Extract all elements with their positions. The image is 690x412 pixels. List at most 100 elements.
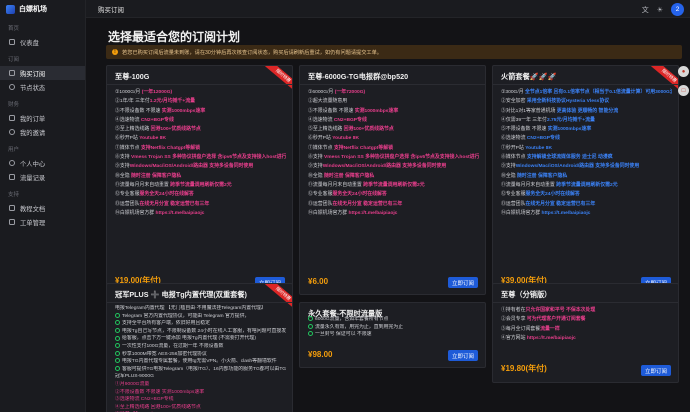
feature-label: ①1000G/月: [115, 90, 142, 95]
feature-item: ⑫专业客服服务全天24小时在线解答: [115, 190, 286, 199]
feature-highlight: 采用全新科技协议Hysteria Vless协议: [526, 99, 610, 105]
feature-item: ⑭白嫖机场官方群 https://t.me/baipiaojc: [308, 209, 479, 218]
sidebar-item-traffic[interactable]: 流量记录: [0, 170, 85, 184]
feature-highlight: Youtube 8K: [139, 136, 166, 142]
sidebar-item-docs[interactable]: 教程文档: [0, 201, 85, 215]
feature-item: ④至上精选线路 回港100+优质线路节点: [115, 404, 286, 412]
plan-price: ¥98.00: [308, 350, 333, 359]
feature-item: 电报Telegram内置代理 【无门槛自由·不用魔法挂Telegram内置代理】: [115, 305, 286, 313]
sidebar-item-node-status[interactable]: 节点状态: [0, 80, 85, 94]
feature-highlight: 服务全天24小时在线解答: [332, 192, 387, 198]
feature-highlight: (一年72000G): [334, 90, 366, 95]
feature-item: ⑪流量每月月末自动重置 跨季节流量调用刷新仅需2元: [115, 181, 286, 190]
check-circle-icon: [115, 335, 120, 341]
brand[interactable]: 白嫖机场: [0, 0, 85, 18]
book-icon: [9, 205, 15, 211]
check-circle-icon: [115, 343, 120, 349]
feature-list: ①1000G/月 (一年12000G) ②1年/年 三年付1.2元/月均摊千+流量…: [115, 88, 286, 218]
feature-label: ⑨支持: [501, 164, 516, 170]
feature-item: ⑥秒开P站 Youtube 8K: [308, 134, 479, 143]
sidebar-item-invite[interactable]: 我的邀请: [0, 125, 85, 139]
sidebar-item-label: 工单管理: [20, 219, 46, 227]
feature-highlight: https://t.me/baipiaojc: [526, 335, 576, 341]
feature-item: ③对比1对1等家普通机场 更高体验 更顺畅的 智能分流: [501, 107, 672, 116]
feature-label: ⑩全隐: [115, 173, 132, 179]
node-status-icon: [9, 84, 15, 90]
plan-card-rocket: 火箭套餐🚀🚀🚀 限时特惠 ①300G/月 全节点1倍率 且有0.1倍率节点（相当…: [492, 65, 679, 295]
nav-section-support: 支持: [8, 192, 20, 198]
sidebar-item-dashboard[interactable]: 仪表盘: [0, 35, 85, 49]
feature-label: ⑥秒开P站: [308, 136, 333, 142]
feature-item: ⑧媒体节点 支持解锁全球流媒体服务 迪士尼 动漫疯: [501, 153, 672, 162]
sidebar-item-orders[interactable]: 我的订单: [0, 111, 85, 125]
feature-item: ②超大流量随意用: [308, 97, 479, 106]
feature-item: ⑩全隐 随时注册 保障客户隐私: [115, 172, 286, 181]
feature-highlight: 跨季节流量调用刷新仅需2元: [363, 182, 425, 188]
avatar[interactable]: 2: [671, 3, 684, 16]
feature-label: ③不限设备数 不限速: [308, 108, 355, 114]
header-title: 购买订阅: [98, 6, 124, 14]
subscribe-button[interactable]: 立即订阅: [448, 277, 478, 288]
feature-text: 电报Telegram内置代理 【无门槛自由·不用魔法挂Telegram内置代理】: [115, 306, 266, 311]
sidebar-item-buy-subscription[interactable]: 购买订阅: [0, 66, 85, 80]
theme-toggle-icon[interactable]: ☀: [657, 6, 663, 14]
feature-item: ②安全加密 采用全新科技协议Hysteria Vless协议: [501, 97, 672, 106]
dashboard-icon: [9, 39, 15, 45]
feature-highlight: Youtube 8K: [525, 145, 552, 151]
feature-text: ①月9000G流量: [115, 381, 150, 387]
feature-item: ③选速物流 CN2+BGP专线: [115, 396, 286, 404]
subscribe-button[interactable]: 立即订阅: [641, 365, 671, 376]
feature-label: ①持有者在: [501, 308, 526, 313]
divider: [493, 84, 678, 85]
feature-item: ⑪流量每月月末自动重置 跨季节流量调用刷新仅需2元: [308, 181, 479, 190]
feature-highlight: https://t.me/baipiaojc: [155, 210, 205, 216]
sidebar-item-tickets[interactable]: 工单管理: [0, 215, 85, 229]
feature-item: ⑭白嫖机场官方群 https://t.me/baipiaojc: [501, 209, 672, 218]
feature-item: ①月9000G流量: [115, 381, 286, 389]
feature-item: ⑥选速物流 CN2+BGP专线: [501, 134, 672, 143]
plan-card-permanent: 永久套餐-不限时流量版 6000G流量，含如年套餐所有节点 流量永久有效，用完为止…: [299, 302, 486, 368]
warning-icon: !: [112, 49, 118, 55]
feature-highlight: 流量一样: [540, 326, 560, 332]
feature-item: ②1年/年 三年付1.2元/月均摊千+流量: [115, 97, 286, 106]
feature-highlight: 服务全天24小时在线解答: [525, 192, 580, 198]
feature-label: ⑫专业客服: [115, 192, 140, 198]
feature-item: ④仅需39一年 三年付2.75元/月均摊千+流量: [501, 116, 672, 125]
divider: [107, 84, 292, 85]
feature-item: ③不限设备数 不限速 实测1000mbps速率: [308, 107, 479, 116]
sidebar-item-label: 仪表盘: [20, 39, 39, 47]
floating-chat-icon[interactable]: ●: [678, 66, 689, 77]
feature-item: ③每月全订阅套餐流量一样: [501, 325, 672, 334]
sidebar: 白嫖机场 首页 仪表盘 订阅 购买订阅 节点状态 财务 我的订单 我的邀请 用户…: [0, 0, 86, 412]
feature-item: 冠军PLUS-9000G: [115, 373, 286, 381]
feature-label: ⑧支持: [115, 155, 132, 161]
brand-logo-icon: [6, 4, 15, 14]
feature-item: 客服可提供TG电报Telegram（电报/TG）、16内部功能的服务TG都可以由…: [115, 365, 286, 374]
feature-item: 秒享1000M带宽 AES-256加密代理协议: [115, 350, 286, 359]
subscribe-button[interactable]: 立即订阅: [448, 350, 478, 361]
feature-item: 6000G流量，含如年套餐所有节点: [308, 316, 479, 324]
feature-label: ⑬运营团队: [308, 201, 333, 207]
feature-item: ⑧支持 Vmess Trojan SS 多种协议拼盘户选择 含ipv6节点及支持…: [308, 153, 479, 162]
sidebar-item-label: 流量记录: [20, 174, 46, 182]
feature-highlight: (一年12000G): [141, 90, 173, 95]
feature-text: 6000G流量，含如年套餐所有节点: [315, 317, 389, 322]
feature-item: ⑦秒开P站 Youtube 8K: [501, 144, 672, 153]
feature-label: ②安全加密: [501, 99, 527, 105]
feature-highlight: Vmess Trojan SS 多种协议拼盘户选择 含ipv6节点及支持接入ho…: [324, 155, 479, 161]
feature-item: ⑤不限设备数 不限速 实测1000mbps速率: [501, 125, 672, 134]
feature-highlight: 实测1000mbps速率: [161, 108, 206, 114]
feature-text: 冠军PLUS-9000G: [115, 374, 154, 380]
feature-item: ⑧支持 Vmess Trojan SS 多种协议拼盘户选择 含ipv6节点及支持…: [115, 153, 286, 162]
feature-item: ⑤至上精选线路 回港100+优质线路节点: [308, 125, 479, 134]
check-circle-icon: [308, 331, 313, 337]
floating-tool-icon[interactable]: □: [678, 85, 689, 96]
feature-item: ⑪流量每月月末自动重置 跨季节流量调用刷新仅需2元: [501, 181, 672, 190]
traffic-icon: [9, 174, 15, 180]
translate-icon[interactable]: 文: [642, 5, 649, 15]
divider: [493, 302, 678, 303]
sidebar-item-profile[interactable]: 个人中心: [0, 156, 85, 170]
check-circle-icon: [115, 365, 120, 371]
feature-highlight: 2.75元/月均摊千+流量: [546, 117, 595, 123]
feature-label: ⑭白嫖机场官方群: [308, 210, 349, 216]
